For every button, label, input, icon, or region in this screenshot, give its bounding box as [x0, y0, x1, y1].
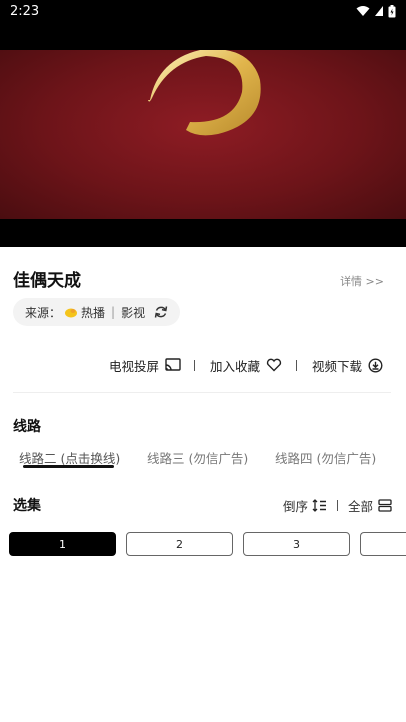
signal-icon: [375, 6, 383, 16]
reverse-order-button[interactable]: 倒序: [283, 496, 327, 515]
action-bar: 电视投屏 加入收藏 视频下载: [0, 351, 406, 379]
download-label: 视频下载: [312, 358, 363, 374]
all-episodes-label: 全部: [347, 499, 373, 514]
all-episodes-button[interactable]: 全部: [348, 496, 392, 515]
download-icon: [368, 357, 383, 373]
favorite-label: 加入收藏: [210, 358, 261, 374]
heart-icon: [266, 358, 282, 372]
route-active-indicator: [23, 465, 114, 468]
route-tab-4[interactable]: 线路四 (勿信广告): [275, 448, 376, 467]
source-selector[interactable]: 来源： 热播 | 影视: [13, 298, 181, 326]
action-divider: [194, 360, 195, 371]
status-time: 2:23: [10, 3, 40, 19]
source-logo-icon: [65, 308, 78, 318]
routes-title: 线路: [13, 419, 41, 435]
video-player[interactable]: [0, 22, 406, 247]
detail-link[interactable]: 详情 >>: [340, 273, 384, 289]
controls-divider: [336, 500, 338, 511]
section-divider: [13, 392, 391, 393]
source-label: 来源：: [25, 305, 62, 320]
video-frame[interactable]: [0, 50, 406, 219]
episode-controls: 倒序 全部: [283, 496, 392, 515]
episode-button-2[interactable]: 2: [126, 532, 233, 556]
page-title: 佳偶天成: [13, 271, 81, 291]
cast-icon: [165, 358, 181, 371]
cast-button[interactable]: 电视投屏: [109, 351, 181, 379]
episode-button-3[interactable]: 3: [243, 532, 350, 556]
video-golden-ring-graphic: [148, 50, 261, 136]
status-bar: 2:23: [0, 0, 406, 22]
download-button[interactable]: 视频下载: [312, 351, 383, 379]
list-layout-icon: [378, 499, 392, 512]
route-tab-3[interactable]: 线路三 (勿信广告): [147, 448, 248, 467]
favorite-button[interactable]: 加入收藏: [210, 351, 282, 379]
source-category: 影视: [121, 305, 146, 320]
cast-label: 电视投屏: [109, 358, 160, 374]
source-divider: |: [111, 305, 116, 319]
status-icons: [356, 4, 396, 18]
reverse-order-label: 倒序: [282, 499, 308, 514]
episode-button-partial[interactable]: [360, 532, 406, 556]
episode-button-1[interactable]: 1: [9, 532, 116, 556]
sort-icon: [312, 499, 326, 512]
refresh-icon[interactable]: [154, 305, 168, 319]
episodes-title: 选集: [13, 498, 41, 514]
action-divider: [296, 360, 297, 371]
battery-icon: [388, 4, 396, 17]
source-name: 热播: [81, 305, 106, 320]
wifi-icon: [356, 6, 370, 16]
